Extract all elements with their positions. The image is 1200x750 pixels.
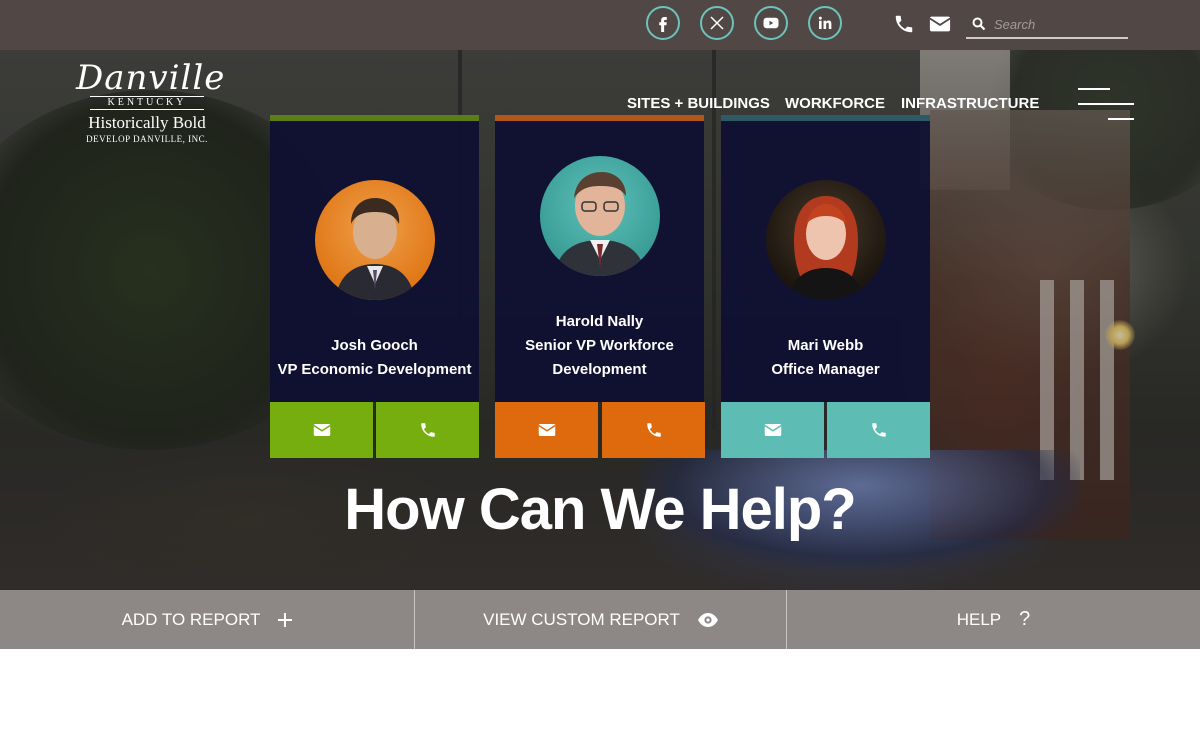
view-custom-report-button[interactable]: VIEW CUSTOM REPORT [415, 590, 786, 649]
phone-icon [871, 423, 886, 437]
x-twitter-icon[interactable] [700, 6, 734, 40]
menu-icon[interactable] [1078, 88, 1134, 122]
staff-card-mari-webb: Mari Webb Office Manager [721, 115, 930, 458]
plus-icon [278, 612, 293, 627]
phone-button[interactable] [827, 402, 930, 458]
logo-script: Danville [76, 58, 226, 98]
email-button[interactable] [721, 402, 824, 458]
nav-workforce[interactable]: WORKFORCE [785, 95, 885, 112]
staff-card-body: Harold Nally Senior VP Workforce Develop… [495, 115, 704, 402]
top-bar [0, 0, 1200, 50]
facebook-icon[interactable] [646, 6, 680, 40]
phone-button[interactable] [376, 402, 479, 458]
nav-infrastructure[interactable]: INFRASTRUCTURE [901, 95, 1039, 112]
view-custom-report-label: VIEW CUSTOM REPORT [483, 609, 680, 629]
email-button[interactable] [270, 402, 373, 458]
staff-card-body: Mari Webb Office Manager [721, 115, 930, 402]
staff-card-harold-nally: Harold Nally Senior VP Workforce Develop… [495, 115, 705, 458]
staff-photo-harold-nally [540, 156, 660, 276]
search-input[interactable] [992, 13, 1126, 35]
email-icon [537, 424, 556, 436]
staff-photo-josh-gooch [315, 180, 435, 300]
staff-name: Josh Gooch [331, 337, 418, 354]
site-logo[interactable]: Danville KENTUCKY Historically Bold DEVE… [76, 58, 226, 145]
email-icon[interactable] [929, 14, 951, 34]
staff-name: Harold Nally [555, 313, 644, 330]
phone-icon [646, 423, 661, 437]
nav-sites-buildings[interactable]: SITES + BUILDINGS [627, 95, 770, 112]
staff-title-line2: Development [552, 361, 647, 378]
staff-title: Office Manager [771, 361, 880, 378]
phone-icon [420, 423, 435, 437]
staff-photo-mari-webb [766, 180, 886, 300]
staff-name: Mari Webb [787, 337, 864, 354]
phone-button[interactable] [602, 402, 705, 458]
staff-title: VP Economic Development [277, 361, 472, 378]
logo-tagline: Historically Bold [88, 113, 206, 132]
eye-icon [697, 612, 718, 627]
add-to-report-label: ADD TO REPORT [121, 609, 261, 629]
help-button[interactable]: HELP ? [787, 590, 1200, 649]
question-icon: ? [1019, 608, 1031, 630]
logo-state: KENTUCKY [90, 96, 204, 110]
add-to-report-button[interactable]: ADD TO REPORT [0, 590, 414, 649]
staff-title-line1: Senior VP Workforce [525, 337, 674, 354]
logo-org: DEVELOP DANVILLE, INC. [86, 134, 208, 144]
staff-card-body: Josh Gooch VP Economic Development [270, 115, 479, 402]
search-icon[interactable] [972, 17, 986, 31]
phone-icon[interactable] [893, 13, 915, 35]
linkedin-icon[interactable] [808, 6, 842, 40]
staff-card-josh-gooch: Josh Gooch VP Economic Development [270, 115, 479, 458]
email-icon [312, 424, 331, 436]
report-action-bar: ADD TO REPORT VIEW CUSTOM REPORT HELP ? [0, 590, 1200, 649]
email-icon [763, 424, 782, 436]
hero-section: Danville KENTUCKY Historically Bold DEVE… [0, 50, 1200, 590]
youtube-icon[interactable] [754, 6, 788, 40]
hero-headline: How Can We Help? [344, 477, 856, 542]
help-label: HELP [956, 609, 1002, 629]
search-box [966, 11, 1128, 39]
email-button[interactable] [495, 402, 598, 458]
